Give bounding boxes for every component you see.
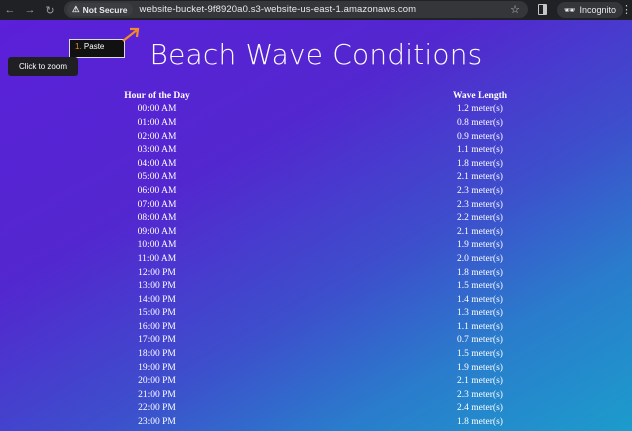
table-row: 15:00 PM 1.3 meter(s) (114, 307, 574, 321)
hour-cell: 09:00 AM (137, 226, 177, 237)
page-content: Beach Wave Conditions Hour of the Day Wa… (0, 20, 632, 431)
hour-cell: 10:00 AM (137, 240, 177, 251)
table-row: 00:00 AM 1.2 meter(s) (114, 103, 574, 117)
hour-cell: 04:00 AM (137, 158, 177, 169)
hour-cell: 01:00 AM (137, 117, 177, 128)
menu-kebab-icon[interactable]: ⋮ (621, 3, 632, 16)
table-row: 10:00 AM 1.9 meter(s) (114, 239, 574, 253)
wave-length-cell: 2.2 meter(s) (457, 213, 503, 224)
table-header-row: Hour of the Day Wave Length (114, 89, 574, 103)
back-arrow-icon[interactable]: ← (0, 0, 20, 20)
step-number: 1. (75, 42, 82, 51)
security-label: Not Secure (82, 4, 128, 15)
hour-cell: 20:00 PM (138, 376, 176, 387)
table-row: 17:00 PM 0.7 meter(s) (114, 334, 574, 348)
wave-length-cell: 1.8 meter(s) (457, 267, 503, 278)
table-row: 16:00 PM 1.1 meter(s) (114, 320, 574, 334)
column-header-hour: Hour of the Day (124, 90, 190, 101)
wave-length-cell: 2.0 meter(s) (457, 253, 503, 264)
incognito-label: Incognito (579, 5, 616, 15)
annotation-arrow-icon (122, 27, 140, 42)
wave-length-cell: 2.3 meter(s) (457, 389, 503, 400)
hour-cell: 12:00 PM (138, 267, 176, 278)
hour-cell: 02:00 AM (137, 131, 177, 142)
wave-length-cell: 2.3 meter(s) (457, 199, 503, 210)
table-row: 12:00 PM 1.8 meter(s) (114, 266, 574, 280)
address-bar[interactable]: ⚠ Not Secure website-bucket-9f8920a0.s3-… (64, 1, 528, 18)
hour-cell: 03:00 AM (137, 145, 177, 156)
wave-length-cell: 1.1 meter(s) (457, 145, 503, 156)
hour-cell: 21:00 PM (138, 389, 176, 400)
table-row: 23:00 PM 1.8 meter(s) (114, 415, 574, 429)
wave-length-cell: 2.3 meter(s) (457, 185, 503, 196)
hour-cell: 00:00 AM (137, 104, 177, 115)
wave-length-cell: 1.5 meter(s) (457, 349, 503, 360)
hour-cell: 14:00 PM (138, 294, 176, 305)
incognito-profile-button[interactable]: 🕶 Incognito (557, 2, 623, 18)
bookmark-star-icon[interactable]: ☆ (510, 3, 520, 16)
hour-cell: 06:00 AM (137, 185, 177, 196)
wave-length-cell: 2.1 meter(s) (457, 172, 503, 183)
hour-cell: 16:00 PM (138, 321, 176, 332)
table-row: 08:00 AM 2.2 meter(s) (114, 211, 574, 225)
hour-cell: 05:00 AM (137, 172, 177, 183)
wave-length-cell: 1.8 meter(s) (457, 158, 503, 169)
wave-length-cell: 1.9 meter(s) (457, 240, 503, 251)
table-row: 01:00 AM 0.8 meter(s) (114, 116, 574, 130)
wave-length-cell: 0.7 meter(s) (457, 335, 503, 346)
zoom-tooltip[interactable]: Click to zoom (8, 57, 78, 76)
table-row: 05:00 AM 2.1 meter(s) (114, 171, 574, 185)
step-annotation: 1. Paste (69, 39, 125, 58)
wave-length-cell: 0.9 meter(s) (457, 131, 503, 142)
wave-length-cell: 1.5 meter(s) (457, 281, 503, 292)
security-chip[interactable]: ⚠ Not Secure (67, 3, 133, 16)
reload-icon[interactable]: ↻ (40, 0, 60, 20)
column-header-wave: Wave Length (452, 90, 508, 101)
side-panel-icon[interactable] (538, 4, 547, 15)
table-row: 11:00 AM 2.0 meter(s) (114, 252, 574, 266)
hour-cell: 07:00 AM (137, 199, 177, 210)
table-row: 09:00 AM 2.1 meter(s) (114, 225, 574, 239)
table-row: 19:00 PM 1.9 meter(s) (114, 361, 574, 375)
wave-length-cell: 2.1 meter(s) (457, 376, 503, 387)
forward-arrow-icon[interactable]: → (20, 0, 40, 20)
table-row: 13:00 PM 1.5 meter(s) (114, 279, 574, 293)
step-label: Paste (83, 42, 105, 51)
hour-cell: 11:00 AM (137, 253, 177, 264)
table-row: 20:00 PM 2.1 meter(s) (114, 374, 574, 388)
wave-length-cell: 1.9 meter(s) (457, 362, 503, 373)
wave-length-cell: 1.4 meter(s) (457, 294, 503, 305)
hour-cell: 18:00 PM (138, 349, 176, 360)
warning-icon: ⚠ (72, 4, 80, 14)
table-row: 22:00 PM 2.4 meter(s) (114, 402, 574, 416)
browser-toolbar: ← → ↻ ⚠ Not Secure website-bucket-9f8920… (0, 0, 632, 20)
wave-length-cell: 2.1 meter(s) (457, 226, 503, 237)
url-text[interactable]: website-bucket-9f8920a0.s3-website-us-ea… (140, 4, 417, 15)
hour-cell: 13:00 PM (138, 281, 176, 292)
wave-table: Hour of the Day Wave Length 00:00 AM 1.2 … (114, 89, 574, 429)
hour-cell: 23:00 PM (138, 417, 176, 428)
hour-cell: 19:00 PM (138, 362, 176, 373)
hour-cell: 08:00 AM (137, 213, 177, 224)
hour-cell: 22:00 PM (138, 403, 176, 414)
incognito-icon: 🕶 (564, 4, 576, 15)
table-row: 18:00 PM 1.5 meter(s) (114, 347, 574, 361)
table-row: 04:00 AM 1.8 meter(s) (114, 157, 574, 171)
table-row: 21:00 PM 2.3 meter(s) (114, 388, 574, 402)
wave-length-cell: 1.3 meter(s) (457, 308, 503, 319)
wave-length-cell: 2.4 meter(s) (457, 403, 503, 414)
wave-length-cell: 1.2 meter(s) (457, 104, 503, 115)
hour-cell: 17:00 PM (138, 335, 176, 346)
wave-length-cell: 1.1 meter(s) (457, 321, 503, 332)
table-row: 02:00 AM 0.9 meter(s) (114, 130, 574, 144)
table-row: 14:00 PM 1.4 meter(s) (114, 293, 574, 307)
table-row: 06:00 AM 2.3 meter(s) (114, 184, 574, 198)
wave-length-cell: 0.8 meter(s) (457, 117, 503, 128)
wave-length-cell: 1.8 meter(s) (457, 417, 503, 428)
table-row: 03:00 AM 1.1 meter(s) (114, 143, 574, 157)
table-row: 07:00 AM 2.3 meter(s) (114, 198, 574, 212)
hour-cell: 15:00 PM (138, 308, 176, 319)
